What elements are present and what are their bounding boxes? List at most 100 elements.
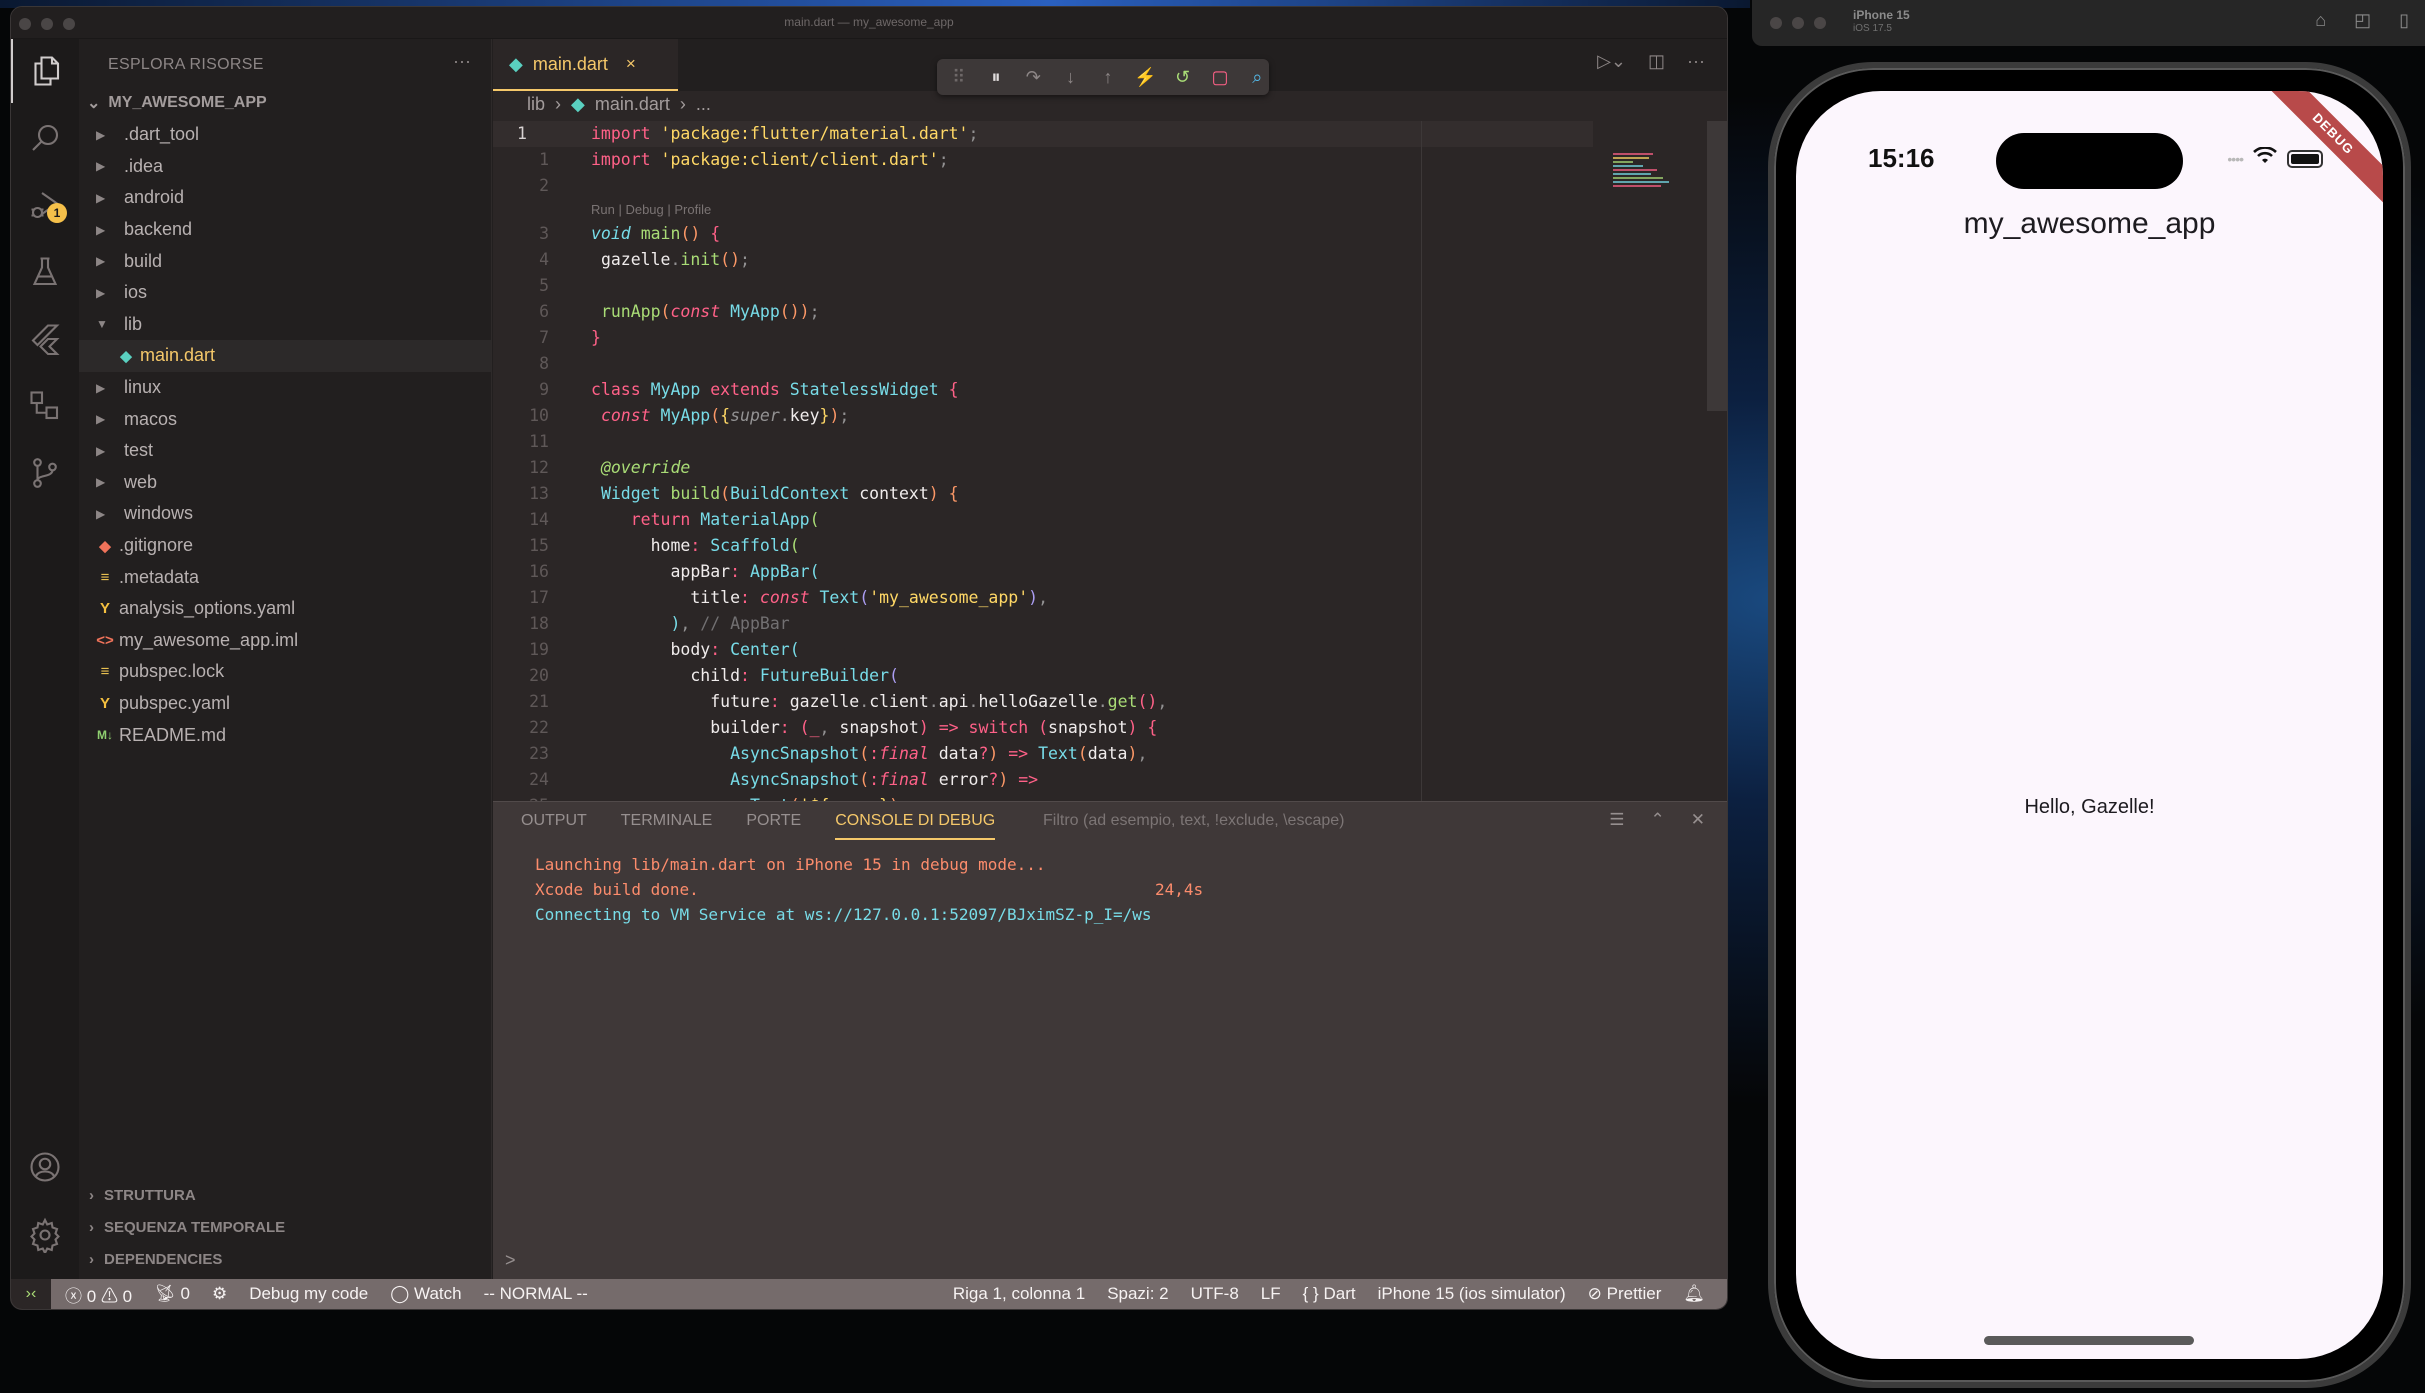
tab-terminal[interactable]: TERMINALE	[621, 812, 713, 840]
ports-indicator[interactable]: 📡︎ 0	[154, 1284, 190, 1304]
line-number[interactable]: 23	[493, 741, 549, 767]
rotate-icon[interactable]: ▯	[2399, 10, 2409, 31]
explorer-more-actions[interactable]: ···	[453, 51, 471, 72]
line-number[interactable]: 9	[493, 377, 549, 403]
phone-screen[interactable]: 15:16 •••• DEBUG my_awesome_app Hello, G…	[1796, 91, 2383, 1359]
debug-icon[interactable]: ⚙︎	[212, 1284, 227, 1304]
close-tab-icon[interactable]: ×	[626, 54, 636, 74]
line-number[interactable]: 21	[493, 689, 549, 715]
tree-item[interactable]: ▶ build	[79, 245, 491, 277]
line-number[interactable]: 2	[493, 173, 549, 199]
line-number[interactable]: 19	[493, 637, 549, 663]
home-icon[interactable]: ⌂	[2315, 10, 2326, 31]
step-over-icon[interactable]: ↷	[1022, 67, 1045, 88]
section-dependencies[interactable]: › DEPENDENCIES	[79, 1243, 491, 1275]
tree-item[interactable]: M↓ README.md	[79, 719, 491, 751]
code-lens-run-debug-profile[interactable]: Run | Debug | Profile	[493, 199, 1593, 221]
settings-button[interactable]	[11, 1203, 79, 1267]
section-structure[interactable]: › STRUTTURA	[79, 1179, 491, 1211]
line-number[interactable]: 11	[493, 429, 549, 455]
line-number[interactable]: 20	[493, 663, 549, 689]
line-number[interactable]: 10	[493, 403, 549, 429]
line-number[interactable]: 4	[493, 247, 549, 273]
tree-item[interactable]: ▶ macos	[79, 403, 491, 435]
stop-icon[interactable]: ▢	[1208, 67, 1231, 88]
flutter-button[interactable]	[11, 307, 79, 371]
end-of-line[interactable]: LF	[1261, 1284, 1281, 1304]
tree-item[interactable]: ▶ linux	[79, 372, 491, 404]
line-number[interactable]: 7	[493, 325, 549, 351]
close-window-button[interactable]	[1770, 17, 1782, 29]
console-filter-input[interactable]: Filtro (ad esempio, text, !exclude, \esc…	[1043, 812, 1344, 830]
watch-indicator[interactable]: ◯ Watch	[390, 1284, 461, 1304]
maximize-panel-icon[interactable]: ⌃	[1651, 810, 1665, 830]
line-number[interactable]: 8	[493, 351, 549, 377]
tree-item[interactable]: ▶ android	[79, 182, 491, 214]
breadcrumb-file[interactable]: main.dart	[595, 94, 670, 115]
tree-item[interactable]: ◆ .gitignore	[79, 530, 491, 562]
remote-explorer-button[interactable]	[11, 374, 79, 438]
tab-ports[interactable]: PORTE	[746, 812, 801, 840]
minimap[interactable]	[1613, 153, 1683, 213]
explorer-button[interactable]	[11, 39, 79, 103]
tree-item[interactable]: ▶ .idea	[79, 151, 491, 183]
line-number[interactable]: 18	[493, 611, 549, 637]
step-out-icon[interactable]: ↑	[1096, 67, 1119, 88]
line-number[interactable]: 17	[493, 585, 549, 611]
line-number[interactable]: 25	[493, 793, 549, 801]
close-panel-icon[interactable]: ✕	[1691, 810, 1705, 830]
zoom-window-button[interactable]	[1814, 17, 1826, 29]
problems-indicator[interactable]: ⓧ 0 ⚠ 0	[65, 1282, 132, 1307]
more-actions-icon[interactable]: ···	[1687, 51, 1705, 72]
remote-indicator[interactable]: ›‹	[11, 1279, 51, 1309]
tree-item[interactable]: ≡ .metadata	[79, 561, 491, 593]
encoding[interactable]: UTF-8	[1191, 1284, 1239, 1304]
tree-item[interactable]: ▶ test	[79, 435, 491, 467]
editor-scrollbar[interactable]	[1707, 121, 1727, 411]
tree-item[interactable]: ▼ lib	[79, 309, 491, 341]
hot-restart-icon[interactable]: ↺	[1171, 67, 1194, 88]
section-timeline[interactable]: › SEQUENZA TEMPORALE	[79, 1211, 491, 1243]
tree-item[interactable]: <> my_awesome_app.iml	[79, 625, 491, 657]
search-button[interactable]	[11, 106, 79, 170]
line-number[interactable]: 5	[493, 273, 549, 299]
device-selector[interactable]: iPhone 15 (ios simulator)	[1378, 1284, 1566, 1304]
cursor-position[interactable]: Riga 1, colonna 1	[953, 1284, 1085, 1304]
breadcrumb-lib[interactable]: lib	[527, 94, 545, 115]
line-number[interactable]: 1	[493, 121, 549, 147]
tree-item[interactable]: ▶ ios	[79, 277, 491, 309]
source-control-button[interactable]	[11, 441, 79, 505]
testing-button[interactable]	[11, 240, 79, 304]
tree-item[interactable]: ▶ .dart_tool	[79, 119, 491, 151]
line-number[interactable]: 14	[493, 507, 549, 533]
tree-item[interactable]: ≡ pubspec.lock	[79, 656, 491, 688]
language-mode[interactable]: { } Dart	[1303, 1284, 1356, 1304]
prettier-status[interactable]: ⊘ Prettier	[1588, 1284, 1662, 1304]
tree-item[interactable]: Yanalysis_options.yaml	[79, 593, 491, 625]
line-number[interactable]: 24	[493, 767, 549, 793]
tab-debug-console[interactable]: CONSOLE DI DEBUG	[835, 812, 996, 840]
line-number[interactable]: 12	[493, 455, 549, 481]
project-root[interactable]: ⌄ MY_AWESOME_APP	[87, 93, 267, 113]
clear-console-icon[interactable]: ☰	[1609, 810, 1624, 830]
debug-config[interactable]: Debug my code	[249, 1284, 368, 1304]
line-number[interactable]: 22	[493, 715, 549, 741]
run-debug-dropdown-icon[interactable]: ▷⌄	[1597, 51, 1626, 72]
line-number[interactable]: 3	[493, 221, 549, 247]
line-number[interactable]: 1	[493, 147, 549, 173]
run-debug-button[interactable]: 1	[11, 173, 79, 237]
hot-reload-icon[interactable]: ⚡	[1134, 67, 1157, 88]
tree-item[interactable]: ▶ backend	[79, 214, 491, 246]
notifications-bell-icon[interactable]: 🔔︎	[1683, 1284, 1705, 1304]
drag-handle-icon[interactable]: ⠿	[947, 67, 970, 88]
split-editor-icon[interactable]: ◫	[1648, 51, 1665, 72]
tree-item[interactable]: ▶ web	[79, 467, 491, 499]
line-number[interactable]: 13	[493, 481, 549, 507]
indentation[interactable]: Spazi: 2	[1107, 1284, 1168, 1304]
step-into-icon[interactable]: ↓	[1059, 67, 1082, 88]
console-prompt[interactable]: >	[505, 1250, 516, 1271]
breadcrumb-symbol[interactable]: ...	[696, 94, 711, 115]
home-indicator[interactable]	[1984, 1336, 2194, 1345]
accounts-button[interactable]	[11, 1135, 79, 1199]
tab-output[interactable]: OUTPUT	[521, 812, 587, 840]
